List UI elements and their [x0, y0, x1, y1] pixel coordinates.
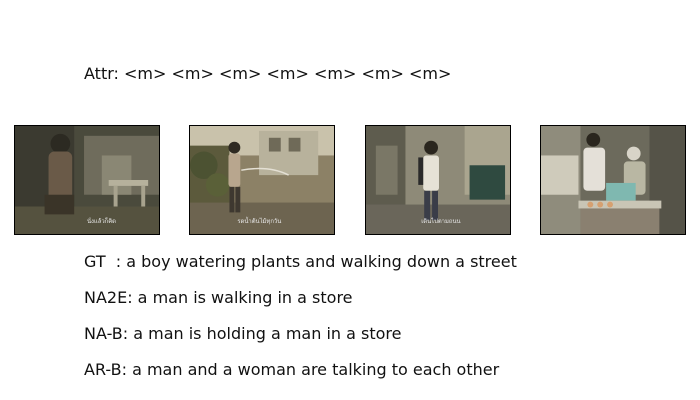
video-frame-4 [540, 125, 686, 235]
frame-image-2: รดน้ำต้นไม้ทุกวัน [190, 126, 334, 234]
attribute-token: <m> [124, 64, 167, 83]
attribute-token: <m> [219, 64, 262, 83]
attribute-token: <m> [361, 64, 404, 83]
caption-ar-b: AR-B: a man and a woman are talking to e… [84, 360, 500, 379]
video-frame-1: นั่งแล้วก็คิด [14, 125, 160, 235]
caption-na2e: NA2E: a man is walking in a store [84, 288, 353, 307]
frame-3-subtitle: เดินไปตามถนน [421, 217, 460, 225]
attribute-token: <m> [409, 64, 452, 83]
frame-image-3: เดินไปตามถนน [366, 126, 510, 234]
attribute-token: <m> [266, 64, 309, 83]
frame-image-4 [541, 126, 685, 234]
attribute-token-line: Attr: <m> <m> <m> <m> <m> <m> <m> [84, 64, 451, 84]
video-frame-2: รดน้ำต้นไม้ทุกวัน [189, 125, 335, 235]
video-frame-3: เดินไปตามถนน [365, 125, 511, 235]
caption-ground-truth: GT : a boy watering plants and walking d… [84, 252, 517, 271]
attribute-token: <m> [171, 64, 214, 83]
attribute-token: <m> [314, 64, 357, 83]
caption-na-b: NA-B: a man is holding a man in a store [84, 324, 402, 343]
attribute-label: Attr: [84, 64, 119, 83]
frame-image-1: นั่งแล้วก็คิด [15, 126, 159, 234]
